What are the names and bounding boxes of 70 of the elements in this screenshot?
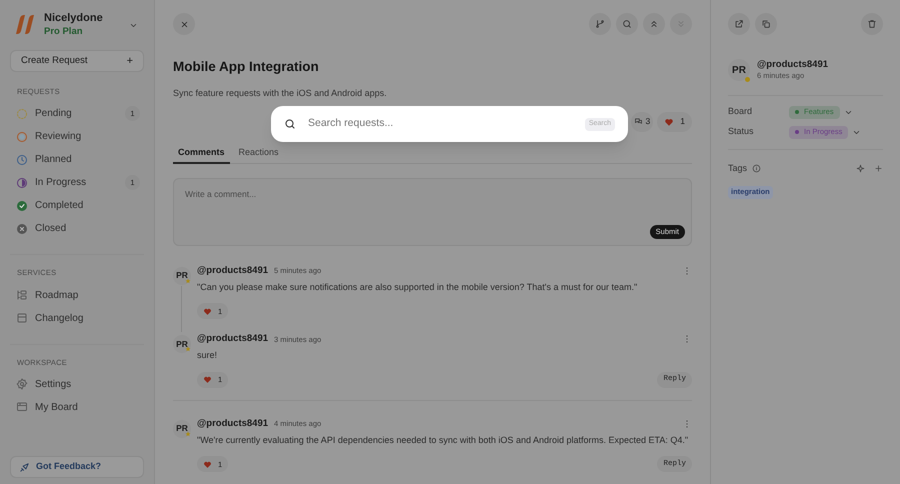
settings-icon: [16, 378, 28, 390]
heart-icon: [664, 116, 674, 127]
comment-author: @products8491: [197, 332, 268, 346]
close-circle-icon: [16, 222, 28, 235]
branch-button[interactable]: [589, 13, 611, 35]
avatar: PR: [728, 59, 750, 81]
plus-icon: [874, 164, 883, 174]
search-button[interactable]: [616, 13, 638, 35]
comment-text: sure!: [197, 349, 218, 362]
comments-count-button[interactable]: 3: [630, 112, 654, 132]
heart-icon: [203, 375, 212, 384]
sidebar-item[interactable]: Reviewing: [10, 125, 144, 148]
request-title: Mobile App Integration: [173, 58, 320, 76]
star-icon: [185, 346, 191, 352]
sidebar-item[interactable]: Settings: [10, 372, 144, 396]
request-description: Sync feature requests with the iOS and Android apps.: [173, 87, 388, 100]
avatar: PR: [173, 420, 191, 438]
avatar: PR: [173, 335, 191, 354]
delete-button[interactable]: [861, 13, 883, 35]
close-icon: [180, 20, 188, 28]
board-icon: [16, 401, 28, 414]
avatar: PR: [173, 266, 191, 285]
sidebar-item[interactable]: Completed: [10, 194, 144, 218]
copy-icon: [761, 19, 771, 29]
sidebar-item[interactable]: Planned: [10, 148, 144, 172]
tab[interactable]: Comments: [173, 144, 230, 164]
sidebar-item[interactable]: Changelog: [10, 306, 144, 330]
heart-icon: [203, 460, 212, 469]
logo-icon: [14, 14, 36, 36]
previous-button[interactable]: [643, 13, 665, 35]
chevrons-down-icon: [676, 19, 686, 29]
comment-text: "Can you please make sure notifications are also supported in the mobile version? That's a must for our team.": [197, 280, 638, 294]
feedback-button[interactable]: Got Feedback?: [10, 456, 144, 478]
changelog-icon: [16, 312, 28, 324]
sparkle-icon: [856, 164, 865, 174]
sidebar-item[interactable]: Roadmap: [10, 284, 144, 306]
search-icon: [284, 118, 296, 130]
sidebar-item[interactable]: My Board: [10, 396, 144, 419]
plan-label: Pro Plan: [44, 26, 84, 38]
create-request-button[interactable]: Create Request +: [10, 50, 144, 72]
check-icon: [16, 200, 28, 212]
branch-icon: [595, 19, 605, 29]
clock-icon: [16, 154, 28, 166]
tags-label: Tags: [728, 162, 748, 175]
comment-author: @products8491: [197, 416, 268, 431]
open-button[interactable]: [728, 13, 750, 35]
info-icon: [752, 164, 762, 174]
workspace-name: Nicelydone: [44, 12, 104, 26]
trash-icon: [867, 19, 877, 29]
comment-author: @products8491: [197, 264, 268, 278]
search-icon: [622, 19, 632, 29]
progress-icon: [16, 176, 28, 189]
close-button[interactable]: [173, 13, 195, 35]
heart-icon: [203, 306, 212, 316]
star-icon: [185, 278, 191, 284]
pending-icon: [16, 108, 28, 120]
author-name: @products8491: [757, 59, 828, 72]
copy-button[interactable]: [755, 13, 777, 35]
like-button[interactable]: 1: [657, 112, 692, 132]
comment-text: "We're currently evaluating the API dependencies needed to sync with both iOS and Android platforms. Expected ETA: Q4.": [197, 434, 690, 447]
field-label: Board: [728, 105, 754, 118]
star-icon: [185, 430, 191, 437]
chevrons-up-icon: [649, 19, 659, 29]
field-label: Status: [728, 125, 755, 138]
comments-icon: [634, 117, 643, 126]
external-link-icon: [734, 19, 744, 29]
roadmap-icon: [16, 289, 28, 301]
circle-icon: [16, 130, 28, 143]
sidebar-item[interactable]: Closed: [10, 217, 144, 240]
tab[interactable]: Reactions: [234, 144, 284, 164]
